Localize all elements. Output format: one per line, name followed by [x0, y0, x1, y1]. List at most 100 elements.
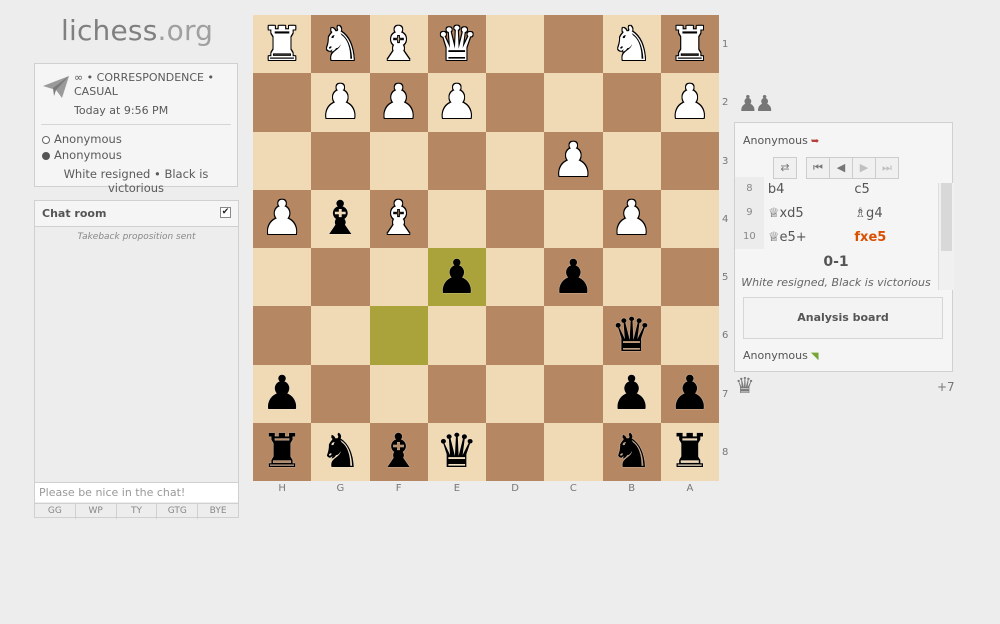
board-square[interactable]: ♟ [602, 364, 661, 423]
bottom-player[interactable]: Anonymous ◥ [743, 349, 819, 362]
board-square[interactable] [486, 364, 545, 423]
board-square[interactable] [602, 248, 661, 307]
board-square[interactable] [660, 189, 719, 248]
board-square[interactable]: ♞ [311, 422, 370, 481]
board-square[interactable] [486, 15, 545, 74]
board-square[interactable] [427, 306, 486, 365]
board-square[interactable] [660, 131, 719, 190]
flip-board-button[interactable]: ⇄ [773, 157, 797, 179]
white-piece-icon[interactable]: ♟ [611, 195, 653, 242]
board-square[interactable] [427, 189, 486, 248]
black-piece-icon[interactable]: ♟ [669, 370, 711, 417]
white-piece-icon[interactable]: ♟ [378, 79, 420, 126]
white-move[interactable]: b4 [764, 182, 851, 197]
chat-toggle-checkbox[interactable]: ✔ [220, 207, 231, 218]
move-list[interactable]: 8 b4 c5 9 ♕xd5 ♗g4 10 ♕e5+ fxe5 [735, 177, 937, 253]
board-square[interactable]: ♟ [544, 131, 603, 190]
black-piece-icon[interactable]: ♜ [669, 428, 711, 475]
last-move-button[interactable]: ⏭ [875, 157, 899, 179]
white-piece-icon[interactable]: ♟ [669, 79, 711, 126]
board-square[interactable]: ♛ [602, 306, 661, 365]
chat-input[interactable]: Please be nice in the chat! [35, 482, 238, 502]
board-square[interactable] [486, 306, 545, 365]
board-square[interactable] [427, 131, 486, 190]
board-square[interactable] [253, 73, 312, 132]
black-piece-icon[interactable]: ♞ [319, 428, 361, 475]
black-piece-icon[interactable]: ♜ [261, 428, 303, 475]
board-square[interactable] [253, 131, 312, 190]
board-square[interactable] [369, 131, 428, 190]
white-piece-icon[interactable]: ♝ [378, 195, 420, 242]
black-player[interactable]: Anonymous [42, 148, 122, 162]
board-square[interactable] [544, 422, 603, 481]
white-piece-icon[interactable]: ♟ [552, 137, 594, 184]
board-square[interactable] [253, 248, 312, 307]
board-square[interactable] [486, 131, 545, 190]
board-square[interactable]: ♟ [427, 73, 486, 132]
board-square[interactable] [544, 189, 603, 248]
top-player[interactable]: Anonymous ➥ [743, 134, 819, 147]
black-move[interactable]: c5 [850, 182, 937, 197]
board-square[interactable]: ♜ [660, 15, 719, 74]
board-square[interactable]: ♞ [602, 15, 661, 74]
white-move[interactable]: ♕e5+ [764, 230, 851, 245]
white-piece-icon[interactable]: ♛ [436, 21, 478, 68]
board-square[interactable]: ♟ [602, 189, 661, 248]
board-square[interactable]: ♝ [311, 189, 370, 248]
board-square[interactable] [486, 73, 545, 132]
board-square[interactable] [660, 248, 719, 307]
board-square[interactable]: ♞ [602, 422, 661, 481]
black-piece-icon[interactable]: ♟ [261, 370, 303, 417]
white-piece-icon[interactable]: ♜ [669, 21, 711, 68]
board-square[interactable]: ♞ [311, 15, 370, 74]
black-piece-icon[interactable]: ♟ [552, 254, 594, 301]
board-square[interactable] [369, 364, 428, 423]
board-square[interactable] [544, 306, 603, 365]
board-square[interactable]: ♛ [427, 15, 486, 74]
preset-wp[interactable]: WP [76, 504, 117, 519]
black-piece-icon[interactable]: ♞ [611, 428, 653, 475]
board-square[interactable]: ♝ [369, 422, 428, 481]
board-square[interactable] [369, 306, 428, 365]
white-move[interactable]: ♕xd5 [764, 206, 851, 221]
board-square[interactable]: ♟ [311, 73, 370, 132]
board-square[interactable]: ♟ [369, 73, 428, 132]
board-square[interactable] [486, 248, 545, 307]
board-square[interactable] [544, 15, 603, 74]
next-move-button[interactable]: ▶ [852, 157, 876, 179]
board-square[interactable] [311, 306, 370, 365]
board-square[interactable]: ♝ [369, 189, 428, 248]
preset-gg[interactable]: GG [35, 504, 76, 519]
board-square[interactable]: ♝ [369, 15, 428, 74]
black-piece-icon[interactable]: ♝ [319, 195, 361, 242]
chess-board[interactable]: ♜ ♞ ♝ ♛ ♞ ♜ ♟ ♟ ♟ ♟ ♟ ♟ ♝ ♝ ♟ ♟ ♟ ♛ ♟ ♟ ♟ ♜ ♞ ♝ ♛ ♞ ♜ [253, 15, 719, 481]
prev-move-button[interactable]: ◀ [829, 157, 853, 179]
board-square[interactable] [369, 248, 428, 307]
white-player[interactable]: Anonymous [42, 132, 122, 146]
board-square[interactable] [602, 73, 661, 132]
black-move[interactable]: fxe5 [850, 230, 937, 245]
move-list-scrollbar[interactable] [938, 183, 954, 290]
scrollbar-thumb[interactable] [941, 183, 952, 251]
board-square[interactable]: ♜ [253, 15, 312, 74]
board-square[interactable]: ♟ [660, 73, 719, 132]
white-piece-icon[interactable]: ♝ [378, 21, 420, 68]
board-square[interactable] [486, 422, 545, 481]
white-piece-icon[interactable]: ♞ [319, 21, 361, 68]
board-square[interactable] [660, 306, 719, 365]
board-square[interactable]: ♟ [544, 248, 603, 307]
board-square[interactable]: ♟ [253, 189, 312, 248]
black-move[interactable]: ♗g4 [850, 206, 937, 221]
white-piece-icon[interactable]: ♞ [611, 21, 653, 68]
white-piece-icon[interactable]: ♟ [261, 195, 303, 242]
board-square[interactable] [311, 131, 370, 190]
black-piece-icon[interactable]: ♟ [611, 370, 653, 417]
black-piece-icon[interactable]: ♛ [611, 312, 653, 359]
board-square[interactable] [544, 73, 603, 132]
white-piece-icon[interactable]: ♟ [319, 79, 361, 126]
board-square[interactable] [427, 364, 486, 423]
board-square[interactable]: ♜ [253, 422, 312, 481]
analysis-board-button[interactable]: Analysis board [743, 297, 943, 339]
site-logo[interactable]: lichess.org [61, 14, 213, 47]
black-piece-icon[interactable]: ♛ [436, 428, 478, 475]
